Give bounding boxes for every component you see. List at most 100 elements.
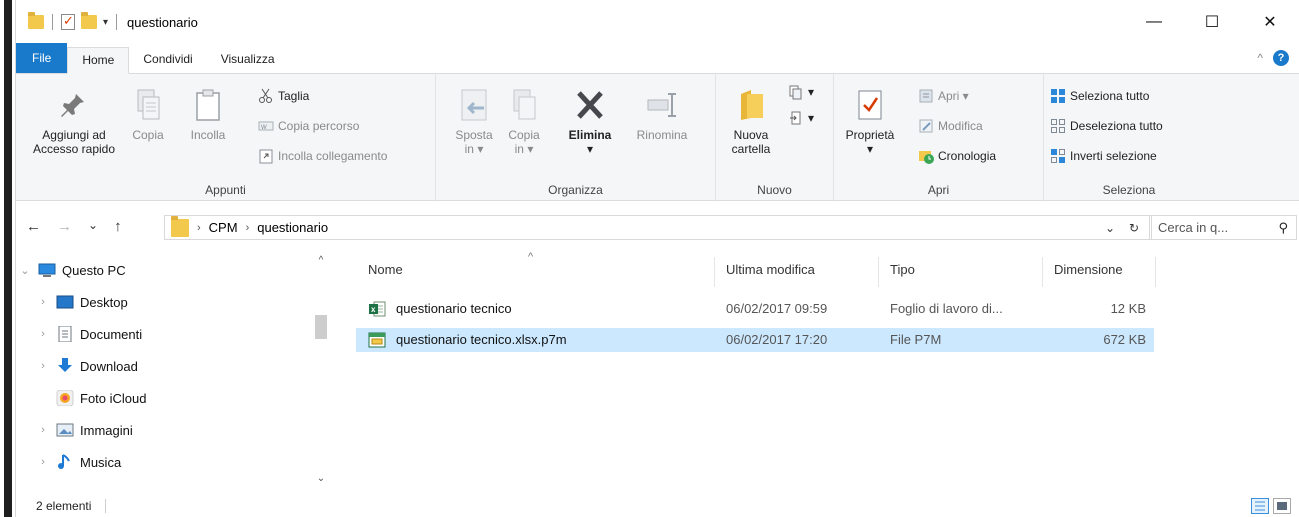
details-view-icon[interactable] (1251, 498, 1269, 514)
minimize-button[interactable]: — (1125, 0, 1183, 44)
pin-quick-access-button[interactable]: Aggiungi ad Accesso rapido (24, 88, 124, 156)
tree-expander-icon[interactable]: › (34, 424, 52, 436)
column-header-type[interactable]: Tipo (890, 262, 915, 277)
tree-item-foto-icloud[interactable]: Foto iCloud (16, 385, 146, 411)
rename-button[interactable]: Rinomina (626, 88, 698, 142)
open-button[interactable]: Apri ▾ (918, 88, 969, 104)
back-arrow-icon[interactable]: ← (26, 218, 41, 235)
file-row-selected[interactable]: questionario tecnico.xlsx.p7m 06/02/2017… (356, 328, 1154, 352)
move-to-button[interactable]: Sposta in ▾ (452, 88, 496, 156)
copy-to-button[interactable]: Copia in ▾ (502, 88, 546, 156)
breadcrumb-questionario[interactable]: questionario (257, 220, 328, 235)
sort-ascending-icon: ^ (528, 251, 534, 263)
tree-expander-icon[interactable]: › (34, 360, 52, 372)
column-header-size[interactable]: Dimensione (1054, 262, 1123, 277)
address-bar[interactable]: › CPM › questionario (164, 215, 1152, 240)
copy-path-button[interactable]: W Copia percorso (258, 118, 359, 134)
paste-shortcut-icon (258, 148, 274, 164)
copy-button[interactable]: Copia (128, 88, 168, 142)
tree-expander-icon[interactable]: ⌄ (16, 264, 34, 277)
maximize-button[interactable]: ☐ (1183, 0, 1241, 44)
paste-button[interactable]: Incolla (184, 88, 232, 142)
history-button[interactable]: Cronologia (918, 148, 996, 164)
explorer-window: ▾ questionario — ☐ ✕ File Home Condividi… (0, 0, 1299, 517)
search-icon: ⚲ (1278, 219, 1288, 235)
status-bar: 2 elementi (16, 495, 1299, 517)
tree-item-musica[interactable]: › Musica (16, 449, 121, 475)
tree-expander-icon[interactable]: › (34, 296, 52, 308)
new-item-icon (788, 84, 804, 100)
breadcrumb-cpm[interactable]: CPM (209, 220, 238, 235)
tree-expander-icon[interactable]: › (34, 456, 52, 468)
search-placeholder: Cerca in q... (1158, 220, 1229, 235)
scroll-down-arrow-icon[interactable]: ⌄ (313, 473, 329, 484)
new-folder-icon (735, 88, 767, 122)
tree-item-download[interactable]: › Download (16, 353, 138, 379)
easy-access-button[interactable]: ▾ (788, 110, 814, 126)
delete-x-icon (574, 88, 606, 122)
background-window-edge (0, 0, 16, 517)
pc-icon (38, 262, 56, 278)
refresh-icon[interactable]: ↻ (1125, 221, 1143, 235)
address-dropdown-icon[interactable]: ⌄ (1101, 221, 1119, 235)
column-header-modified[interactable]: Ultima modifica (726, 262, 815, 277)
paste-shortcut-button[interactable]: Incolla collegamento (258, 148, 387, 164)
close-button[interactable]: ✕ (1241, 0, 1299, 44)
tab-file[interactable]: File (16, 43, 68, 73)
easy-access-icon (788, 110, 804, 126)
column-header-name[interactable]: Nome (368, 262, 403, 277)
invert-selection-button[interactable]: Inverti selezione (1050, 148, 1157, 164)
delete-button[interactable]: Elimina ▾ (560, 88, 620, 156)
paste-icon (192, 88, 224, 122)
scroll-up-arrow-icon[interactable]: ^ (313, 255, 329, 266)
up-arrow-icon[interactable]: ↑ (114, 218, 122, 235)
tree-item-questo-pc[interactable]: ⌄ Questo PC (16, 257, 125, 283)
documents-icon (56, 325, 74, 343)
open-icon (918, 88, 934, 104)
copy-path-icon: W (258, 118, 274, 134)
group-label-nuovo: Nuovo (757, 183, 792, 197)
group-apri: Proprietà ▾ Apri ▾ Modifica Cronologia A… (834, 74, 1044, 201)
file-row[interactable]: x questionario tecnico 06/02/2017 09:59 … (356, 297, 1154, 321)
tree-expander-icon[interactable]: › (34, 328, 52, 340)
tab-condividi[interactable]: Condividi (129, 47, 206, 73)
tree-item-desktop[interactable]: › Desktop (16, 289, 128, 315)
tab-home[interactable]: Home (67, 47, 130, 74)
new-item-button[interactable]: ▾ (788, 84, 814, 100)
tab-visualizza[interactable]: Visualizza (207, 47, 289, 73)
copy-icon (132, 88, 164, 122)
forward-arrow-icon[interactable]: → (57, 218, 72, 235)
navigation-buttons: ← → ⌄ ↑ (26, 218, 122, 235)
file-size: 12 KB (1110, 301, 1146, 316)
new-folder-button[interactable]: Nuova cartella (728, 88, 774, 156)
file-size: 672 KB (1103, 332, 1146, 347)
help-icon[interactable]: ? (1273, 50, 1289, 66)
large-icons-view-icon[interactable] (1273, 498, 1291, 514)
file-modified: 06/02/2017 09:59 (726, 301, 828, 316)
edit-button[interactable]: Modifica (918, 118, 983, 134)
group-organizza: Sposta in ▾ Copia in ▾ Elimina ▾ Rinomin… (436, 74, 716, 201)
search-box[interactable]: Cerca in q... ⚲ (1149, 215, 1297, 240)
desktop-icon (56, 294, 74, 310)
properties-button[interactable]: Proprietà ▾ (840, 88, 900, 156)
new-folder-quick-icon[interactable] (81, 12, 97, 29)
tree-item-documenti[interactable]: › Documenti (16, 321, 142, 347)
select-none-button[interactable]: Deseleziona tutto (1050, 118, 1163, 134)
select-all-button[interactable]: Seleziona tutto (1050, 88, 1149, 104)
file-name: questionario tecnico.xlsx.p7m (396, 332, 567, 347)
group-appunti: Aggiungi ad Accesso rapido Copia Incolla… (16, 74, 436, 201)
ribbon-tabs: File Home Condividi Visualizza ^ ? (16, 43, 1299, 74)
move-to-icon (458, 88, 490, 122)
tree-item-immagini[interactable]: › Immagini (16, 417, 133, 443)
properties-quick-icon[interactable] (61, 13, 75, 30)
edit-icon (918, 118, 934, 134)
cut-button[interactable]: Taglia (258, 88, 309, 104)
navigation-scrollbar[interactable]: ^ ⌄ (313, 251, 329, 492)
collapse-ribbon-icon[interactable]: ^ (1257, 51, 1263, 65)
group-seleziona: Seleziona tutto Deseleziona tutto Invert… (1044, 74, 1214, 201)
file-name: questionario tecnico (396, 301, 512, 316)
customize-quick-access-button[interactable]: ▾ (103, 17, 108, 28)
download-icon (56, 358, 74, 374)
scrollbar-thumb[interactable] (315, 315, 327, 339)
recent-locations-chevron-icon[interactable]: ⌄ (88, 218, 98, 235)
